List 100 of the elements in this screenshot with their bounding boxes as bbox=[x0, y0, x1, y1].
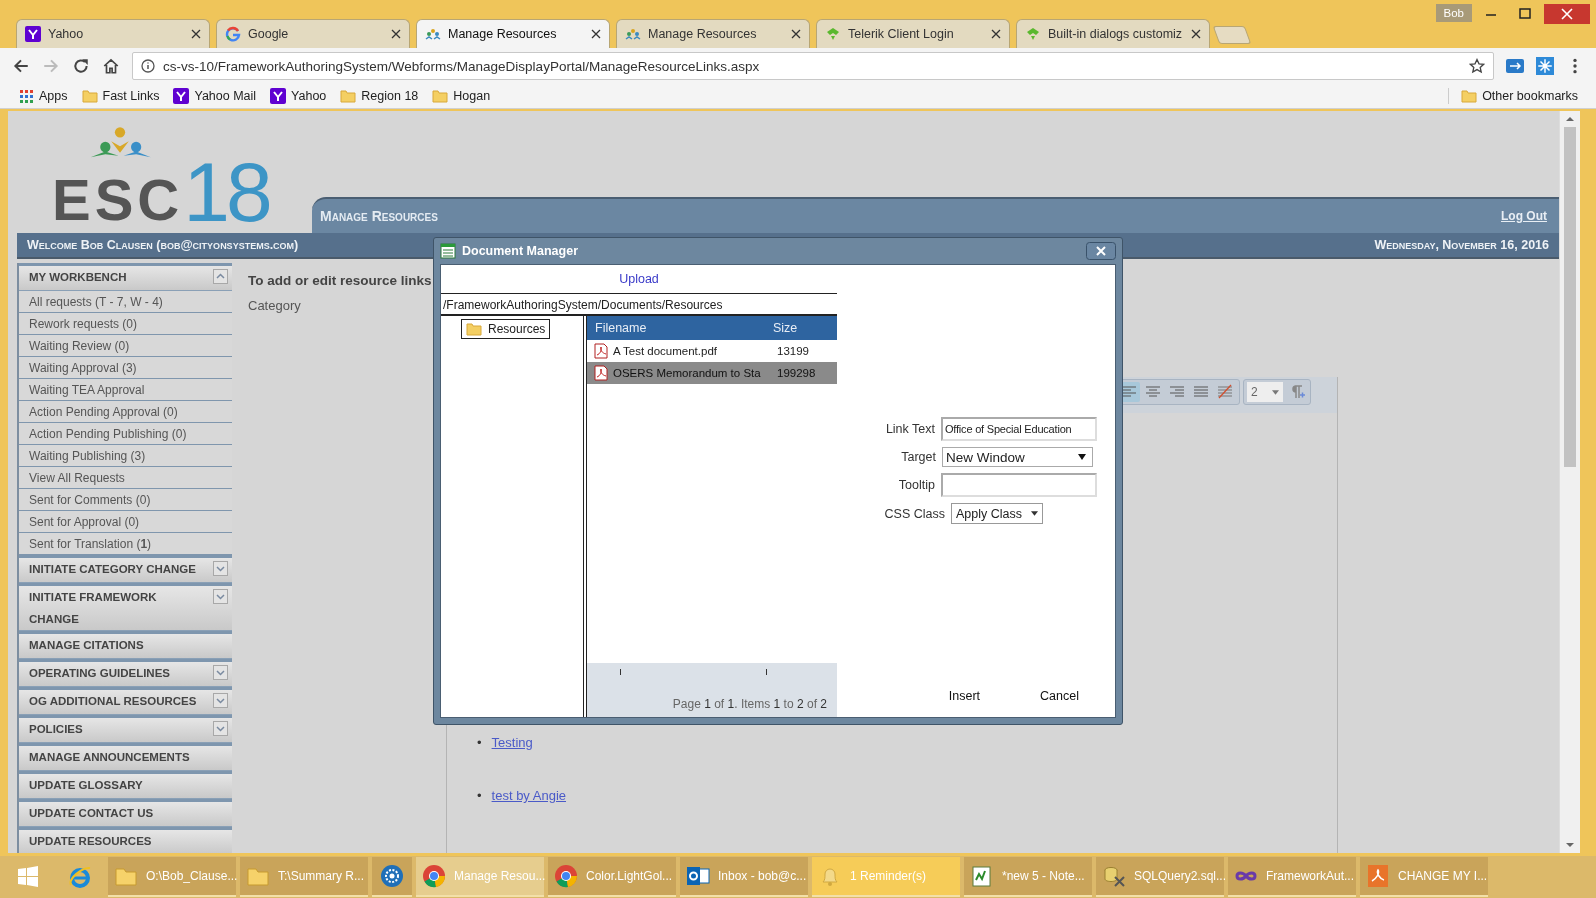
sidebar-section-header[interactable]: MANAGE ANNOUNCEMENTS bbox=[19, 743, 232, 771]
sidebar-section-header[interactable]: POLICIES bbox=[19, 715, 232, 743]
browser-tab[interactable]: Google bbox=[216, 19, 410, 48]
taskbar-button[interactable] bbox=[372, 857, 412, 897]
browser-tab[interactable]: Manage Resources bbox=[416, 19, 610, 48]
scroll-up-icon[interactable] bbox=[1565, 115, 1575, 123]
text-field[interactable]: Office of Special Education bbox=[941, 417, 1097, 441]
windows-logo-icon[interactable] bbox=[16, 865, 40, 889]
instructions-text: To add or edit resource links bbox=[248, 273, 432, 288]
browser-icon bbox=[554, 864, 578, 888]
upload-link[interactable]: Upload bbox=[619, 272, 659, 286]
file-row[interactable]: A Test document.pdf 13199 bbox=[587, 340, 837, 362]
bookmark-link[interactable]: Yahoo Mail bbox=[173, 88, 257, 104]
logo-number: 18 bbox=[183, 155, 269, 231]
close-icon[interactable] bbox=[791, 29, 801, 39]
site-icon bbox=[25, 26, 41, 42]
sidebar-section-header[interactable]: UPDATE RESOURCES bbox=[19, 827, 232, 853]
logo-letters: ESC bbox=[52, 171, 184, 229]
pager-text: Page 1 of 1. Items 1 to 2 of 2 bbox=[672, 697, 827, 711]
close-icon[interactable] bbox=[991, 29, 1001, 39]
scrollbar[interactable] bbox=[1559, 111, 1580, 853]
resource-link[interactable]: test by Angie bbox=[491, 788, 566, 803]
snowflake-icon[interactable] bbox=[1536, 57, 1554, 75]
sidebar-section-header[interactable]: UPDATE GLOSSARY bbox=[19, 771, 232, 799]
close-icon[interactable] bbox=[391, 29, 401, 39]
notepad-icon bbox=[970, 864, 994, 888]
page-title: Manage Resources bbox=[320, 208, 438, 224]
file-row[interactable]: OSERS Memorandum to Sta 199298 bbox=[587, 362, 837, 384]
select-field[interactable]: New Window bbox=[942, 447, 1093, 467]
pdf-file-icon bbox=[593, 343, 609, 359]
site-icon bbox=[270, 88, 287, 104]
close-icon[interactable] bbox=[1086, 242, 1116, 260]
collapse-icon[interactable] bbox=[213, 269, 228, 284]
folder-icon bbox=[340, 88, 357, 104]
sidebar-section-header[interactable]: INITIATE CATEGORY CHANGE bbox=[19, 555, 232, 583]
font-size-dropdown[interactable]: 2 bbox=[1247, 382, 1283, 402]
bookmark-link[interactable]: Fast Links bbox=[81, 88, 160, 104]
sidebar-section-header[interactable]: OG ADDITIONAL RESOURCES bbox=[19, 687, 232, 715]
site-icon bbox=[225, 26, 241, 42]
caret-icon bbox=[1078, 454, 1086, 460]
pdf-document-icon bbox=[1366, 864, 1390, 888]
apps-grid-icon bbox=[18, 88, 34, 104]
close-icon[interactable] bbox=[191, 29, 201, 39]
info-icon bbox=[141, 59, 155, 73]
folder-path: /FrameworkAuthoringSystem/Documents/Resources bbox=[442, 297, 724, 314]
database-tools-icon bbox=[1102, 864, 1126, 888]
scroll-down-icon[interactable] bbox=[1565, 841, 1575, 849]
back-icon[interactable] bbox=[12, 57, 30, 75]
category-label: Category bbox=[248, 298, 301, 313]
browser-tab[interactable]: Manage Resources bbox=[616, 19, 810, 48]
other-bookmarks-link[interactable]: Other bookmarks bbox=[1448, 88, 1578, 104]
extension-icon[interactable] bbox=[1506, 57, 1524, 75]
field-label: Link Text bbox=[885, 422, 935, 436]
bullet-text: • bbox=[477, 788, 482, 803]
browser-icon bbox=[422, 864, 446, 888]
sidebar-section-header[interactable]: MY WORKBENCH bbox=[19, 263, 232, 291]
dropdown-field[interactable]: Apply Class bbox=[951, 503, 1043, 524]
close-icon[interactable] bbox=[591, 29, 601, 39]
bookmark-link[interactable]: Region 18 bbox=[340, 88, 419, 104]
folder-tree-item[interactable]: Resources bbox=[461, 319, 551, 339]
field-label: Tooltip bbox=[898, 478, 935, 492]
dialog-button[interactable]: Cancel bbox=[1030, 685, 1089, 707]
mail-icon bbox=[686, 864, 710, 888]
browser-tab[interactable]: Yahoo bbox=[16, 19, 210, 48]
scroll-thumb[interactable] bbox=[1564, 127, 1576, 467]
resource-link[interactable]: Testing bbox=[491, 735, 533, 750]
browser-tab[interactable]: Built-in dialogs customiz bbox=[1016, 19, 1210, 48]
site-icon bbox=[425, 26, 441, 42]
dialog-title: Document Manager bbox=[462, 244, 578, 258]
sidebar-section-header[interactable]: INITIATE FRAMEWORK CHANGE bbox=[19, 583, 232, 631]
expand-icon[interactable] bbox=[213, 721, 228, 736]
globe-e-icon[interactable] bbox=[68, 865, 92, 889]
home-icon[interactable] bbox=[102, 57, 120, 75]
expand-icon[interactable] bbox=[213, 693, 228, 708]
close-icon[interactable] bbox=[1544, 4, 1590, 24]
site-icon bbox=[1025, 26, 1041, 42]
sidebar-section-header[interactable]: OPERATING GUIDELINES bbox=[19, 659, 232, 687]
sidebar-section-header[interactable]: UPDATE CONTACT US bbox=[19, 799, 232, 827]
bookmark-link[interactable]: Yahoo bbox=[270, 88, 327, 104]
date-text: Wednesday, November 16, 2016 bbox=[1374, 238, 1549, 252]
column-header[interactable]: Filename bbox=[587, 321, 773, 335]
address-field[interactable]: cs-vs-10/FrameworkAuthoringSystem/Webforms/ManageDisplayPortal/ManageResourceLinks.aspx bbox=[132, 52, 1494, 80]
close-icon[interactable] bbox=[1191, 29, 1201, 39]
pdf-file-icon bbox=[593, 365, 609, 381]
browser-tab[interactable]: Telerik Client Login bbox=[816, 19, 1010, 48]
reload-icon[interactable] bbox=[72, 57, 90, 75]
expand-icon[interactable] bbox=[213, 589, 228, 604]
bookmark-star-icon[interactable] bbox=[1469, 58, 1485, 74]
bookmark-link[interactable]: Hogan bbox=[432, 88, 491, 104]
expand-icon[interactable] bbox=[213, 665, 228, 680]
welcome-text: Welcome Bob Clausen (bob@cityonsystems.com) bbox=[27, 238, 299, 252]
text-field[interactable] bbox=[941, 473, 1097, 497]
folder-icon bbox=[466, 321, 482, 337]
caret-icon bbox=[1031, 511, 1038, 516]
bookmark-link[interactable]: Apps bbox=[18, 88, 68, 104]
sidebar-section-header[interactable]: MANAGE CITATIONS bbox=[19, 631, 232, 659]
column-header[interactable]: Size bbox=[773, 321, 798, 335]
dialog-button[interactable]: Insert bbox=[938, 685, 991, 707]
site-icon bbox=[625, 26, 641, 42]
expand-icon[interactable] bbox=[213, 561, 228, 576]
